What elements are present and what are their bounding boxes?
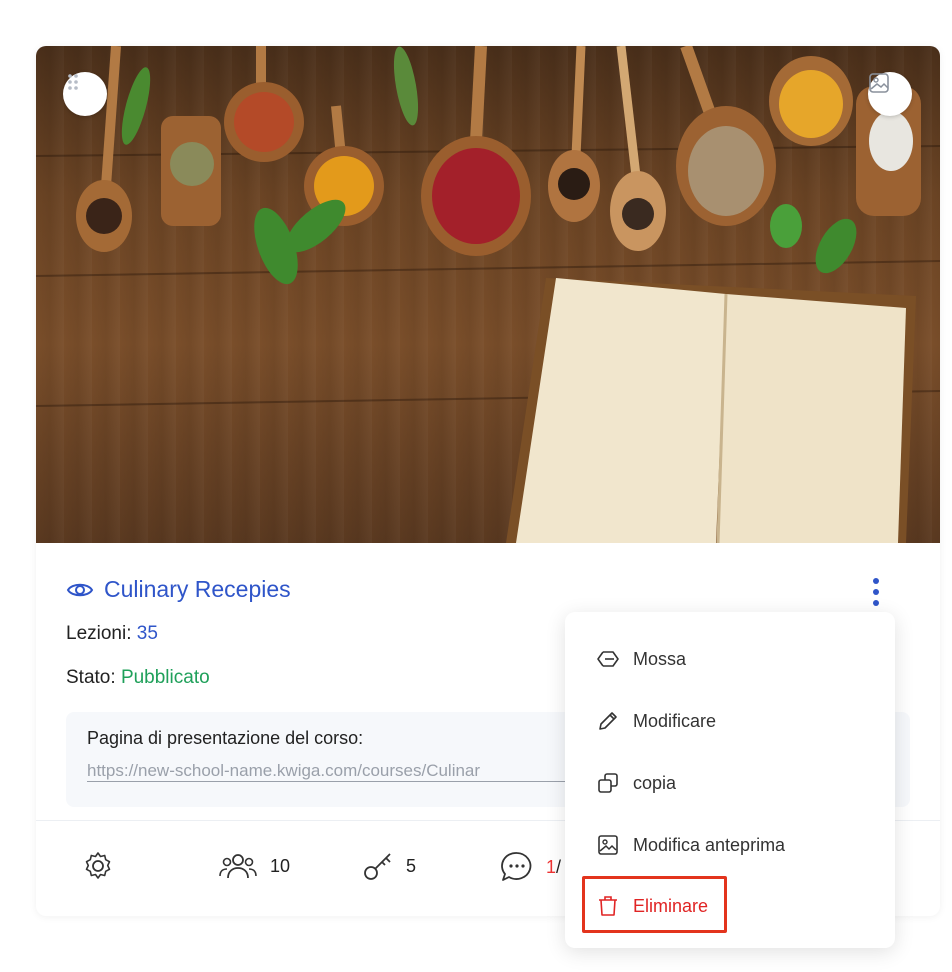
copy-icon bbox=[598, 773, 618, 793]
spices-illustration bbox=[36, 46, 940, 543]
chat-bubble-icon bbox=[501, 852, 532, 881]
image-icon bbox=[598, 835, 618, 855]
image-icon bbox=[869, 73, 889, 93]
kebab-menu-icon bbox=[873, 578, 879, 606]
menu-item-copy[interactable]: copia bbox=[595, 771, 676, 795]
settings-stat[interactable] bbox=[82, 850, 114, 882]
comments-separator: / bbox=[556, 856, 562, 877]
menu-item-move[interactable]: Mossa bbox=[595, 647, 686, 671]
status-value: Pubblicato bbox=[120, 667, 210, 688]
menu-item-edit[interactable]: Modificare bbox=[595, 709, 716, 733]
status-row: Stato: Pubblicato bbox=[66, 667, 210, 689]
course-context-menu: Mossa Modificare copia Modifica anteprim… bbox=[565, 612, 895, 948]
course-title[interactable]: Culinary Recepies bbox=[104, 576, 291, 603]
course-title-row[interactable]: Culinary Recepies bbox=[66, 576, 291, 603]
drag-handle-button[interactable] bbox=[63, 72, 107, 116]
participants-stat[interactable]: 10 bbox=[218, 850, 290, 882]
pencil-icon bbox=[599, 712, 617, 730]
status-label: Stato: bbox=[66, 667, 116, 688]
lessons-count: 35 bbox=[136, 623, 158, 644]
course-cover-image bbox=[36, 46, 940, 543]
lessons-row: Lezioni: 35 bbox=[66, 623, 158, 645]
move-icon bbox=[597, 651, 619, 667]
comments-stat[interactable]: 1/ bbox=[500, 850, 561, 884]
menu-item-delete[interactable]: Eliminare bbox=[595, 894, 708, 918]
keys-stat[interactable]: 5 bbox=[362, 850, 416, 882]
landing-page-label: Pagina di presentazione del corso: bbox=[87, 728, 364, 748]
menu-item-edit-preview[interactable]: Modifica anteprima bbox=[595, 833, 785, 857]
trash-icon bbox=[599, 896, 617, 916]
landing-page-link[interactable]: https://new-school-name.kwiga.com/course… bbox=[87, 761, 567, 782]
key-icon bbox=[364, 853, 391, 880]
users-icon bbox=[219, 854, 257, 879]
eye-icon bbox=[66, 583, 94, 596]
change-cover-button[interactable] bbox=[868, 72, 912, 116]
menu-item-label: Modificare bbox=[633, 710, 717, 731]
more-options-button[interactable] bbox=[868, 576, 884, 608]
participants-count: 10 bbox=[270, 855, 291, 876]
menu-item-label: Mossa bbox=[633, 648, 687, 669]
menu-item-label: copia bbox=[633, 772, 677, 793]
keys-count: 5 bbox=[406, 855, 417, 876]
lessons-label: Lezioni: bbox=[66, 623, 132, 644]
gear-icon bbox=[85, 852, 111, 879]
comments-new-count: 1 bbox=[546, 856, 557, 877]
drag-icon bbox=[68, 74, 78, 90]
menu-item-label: Eliminare bbox=[633, 895, 709, 916]
menu-item-label: Modifica anteprima bbox=[633, 834, 786, 855]
